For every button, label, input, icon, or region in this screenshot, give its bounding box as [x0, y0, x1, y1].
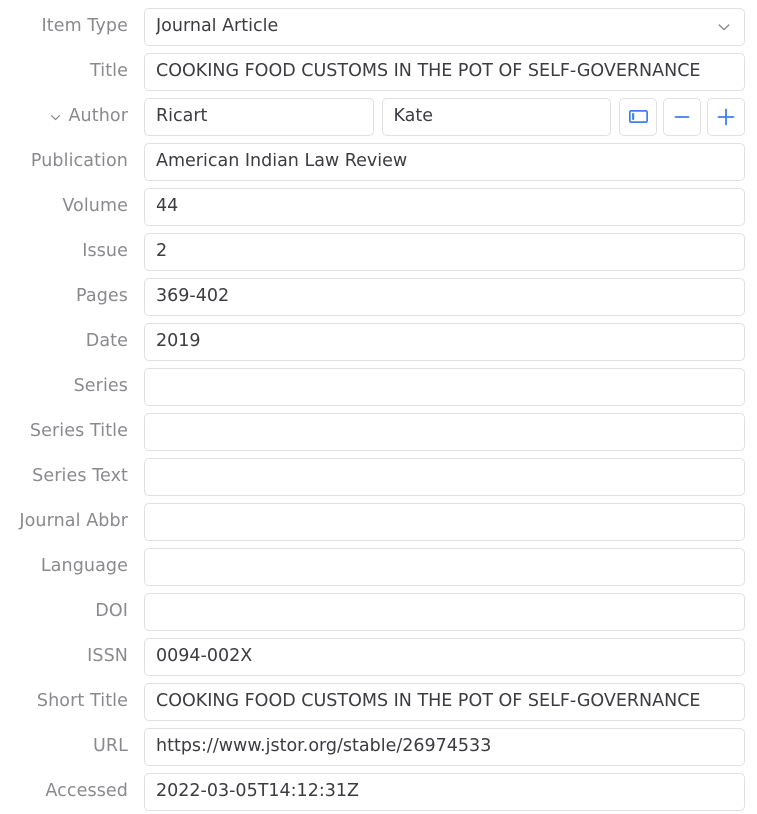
field-label-pages: Pages: [76, 285, 128, 306]
minus-icon: [672, 107, 692, 127]
field-label-date: Date: [85, 330, 128, 351]
creator-name-fields: Ricart Kate: [144, 97, 611, 136]
field-row-series: Series: [0, 364, 751, 409]
volume-value: 44: [156, 197, 179, 216]
field-row-url: URL https://www.jstor.org/stable/2697453…: [0, 724, 751, 769]
plus-icon: [715, 106, 737, 128]
volume-input[interactable]: 44: [144, 187, 745, 226]
url-input[interactable]: https://www.jstor.org/stable/26974533: [144, 727, 745, 766]
url-value: https://www.jstor.org/stable/26974533: [156, 737, 492, 756]
field-row-accessed: Accessed 2022-03-05T14:12:31Z: [0, 769, 751, 814]
field-row-date: Date 2019: [0, 319, 751, 364]
doi-input[interactable]: [144, 592, 745, 631]
accessed-input[interactable]: 2022-03-05T14:12:31Z: [144, 772, 745, 811]
field-value-series-title: [128, 409, 751, 454]
field-row-item-type: Item Type Journal Article: [0, 4, 751, 49]
field-row-short-title: Short Title COOKING FOOD CUSTOMS IN THE …: [0, 679, 751, 724]
author-last-name-value: Ricart: [156, 107, 208, 126]
field-label-author-text: Author: [68, 105, 128, 126]
field-value-accessed: 2022-03-05T14:12:31Z: [128, 769, 751, 814]
field-label-item-type: Item Type: [41, 15, 128, 36]
issue-value: 2: [156, 242, 168, 261]
field-label-title: Title: [89, 60, 128, 81]
issn-value: 0094-002X: [156, 647, 253, 666]
series-text-input[interactable]: [144, 457, 745, 496]
title-input[interactable]: COOKING FOOD CUSTOMS IN THE POT OF SELF-…: [144, 52, 745, 91]
field-row-language: Language: [0, 544, 751, 589]
field-value-short-title: COOKING FOOD CUSTOMS IN THE POT OF SELF-…: [128, 679, 751, 724]
field-row-title: Title COOKING FOOD CUSTOMS IN THE POT OF…: [0, 49, 751, 94]
pages-input[interactable]: 369-402: [144, 277, 745, 316]
series-title-input[interactable]: [144, 412, 745, 451]
item-type-value: Journal Article: [156, 17, 279, 36]
field-row-series-text: Series Text: [0, 454, 751, 499]
short-title-value: COOKING FOOD CUSTOMS IN THE POT OF SELF-…: [156, 692, 701, 711]
author-first-name-value: Kate: [393, 107, 434, 126]
field-value-pages: 369-402: [128, 274, 751, 319]
field-label-journal-abbr: Journal Abbr: [19, 510, 128, 531]
field-row-volume: Volume 44: [0, 184, 751, 229]
field-value-volume: 44: [128, 184, 751, 229]
field-label-series-title: Series Title: [29, 420, 128, 441]
single-field-icon: [628, 110, 648, 123]
item-metadata-editor: Item Type Journal Article Title COOKING …: [0, 0, 757, 813]
field-label-language: Language: [40, 555, 128, 576]
date-input[interactable]: 2019: [144, 322, 745, 361]
field-value-author: Ricart Kate: [128, 94, 751, 139]
field-value-issn: 0094-002X: [128, 634, 751, 679]
field-value-title: COOKING FOOD CUSTOMS IN THE POT OF SELF-…: [128, 49, 751, 94]
field-row-author: Author Ricart Kate: [0, 94, 751, 139]
field-label-series-text: Series Text: [32, 465, 128, 486]
field-label-volume: Volume: [62, 195, 128, 216]
field-label-url: URL: [92, 735, 128, 756]
pages-value: 369-402: [156, 287, 230, 306]
journal-abbr-input[interactable]: [144, 502, 745, 541]
field-label-doi: DOI: [95, 600, 128, 621]
field-value-series: [128, 364, 751, 409]
field-value-url: https://www.jstor.org/stable/26974533: [128, 724, 751, 769]
issn-input[interactable]: 0094-002X: [144, 637, 745, 676]
issue-input[interactable]: 2: [144, 232, 745, 271]
title-value: COOKING FOOD CUSTOMS IN THE POT OF SELF-…: [156, 62, 701, 81]
field-label-author[interactable]: Author: [0, 94, 128, 139]
remove-creator-button[interactable]: [663, 97, 701, 136]
author-first-name-input[interactable]: Kate: [381, 97, 611, 136]
creator-action-buttons: [619, 97, 745, 136]
field-row-pages: Pages 369-402: [0, 274, 751, 319]
field-value-journal-abbr: [128, 499, 751, 544]
field-label-accessed: Accessed: [45, 780, 128, 801]
field-value-issue: 2: [128, 229, 751, 274]
accessed-value: 2022-03-05T14:12:31Z: [156, 782, 359, 801]
field-label-issn: ISSN: [87, 645, 128, 666]
series-input[interactable]: [144, 367, 745, 406]
field-value-item-type: Journal Article: [128, 4, 751, 49]
date-value: 2019: [156, 332, 201, 351]
field-row-journal-abbr: Journal Abbr: [0, 499, 751, 544]
chevron-down-icon[interactable]: [49, 111, 62, 124]
field-row-issue: Issue 2: [0, 229, 751, 274]
field-value-series-text: [128, 454, 751, 499]
field-label-issue: Issue: [82, 240, 128, 261]
field-value-doi: [128, 589, 751, 634]
chevron-down-icon: [716, 19, 732, 35]
author-last-name-input[interactable]: Ricart: [144, 97, 374, 136]
short-title-input[interactable]: COOKING FOOD CUSTOMS IN THE POT OF SELF-…: [144, 682, 745, 721]
field-value-publication: American Indian Law Review: [128, 139, 751, 184]
field-label-short-title: Short Title: [36, 690, 128, 711]
switch-to-single-field-button[interactable]: [619, 97, 657, 136]
item-type-select[interactable]: Journal Article: [144, 7, 745, 46]
add-creator-button[interactable]: [707, 97, 745, 136]
field-row-series-title: Series Title: [0, 409, 751, 454]
field-label-publication: Publication: [30, 150, 128, 171]
field-value-language: [128, 544, 751, 589]
field-value-date: 2019: [128, 319, 751, 364]
field-row-doi: DOI: [0, 589, 751, 634]
publication-input[interactable]: American Indian Law Review: [144, 142, 745, 181]
field-label-series: Series: [73, 375, 128, 396]
publication-value: American Indian Law Review: [156, 152, 408, 171]
field-row-issn: ISSN 0094-002X: [0, 634, 751, 679]
language-input[interactable]: [144, 547, 745, 586]
field-row-publication: Publication American Indian Law Review: [0, 139, 751, 184]
